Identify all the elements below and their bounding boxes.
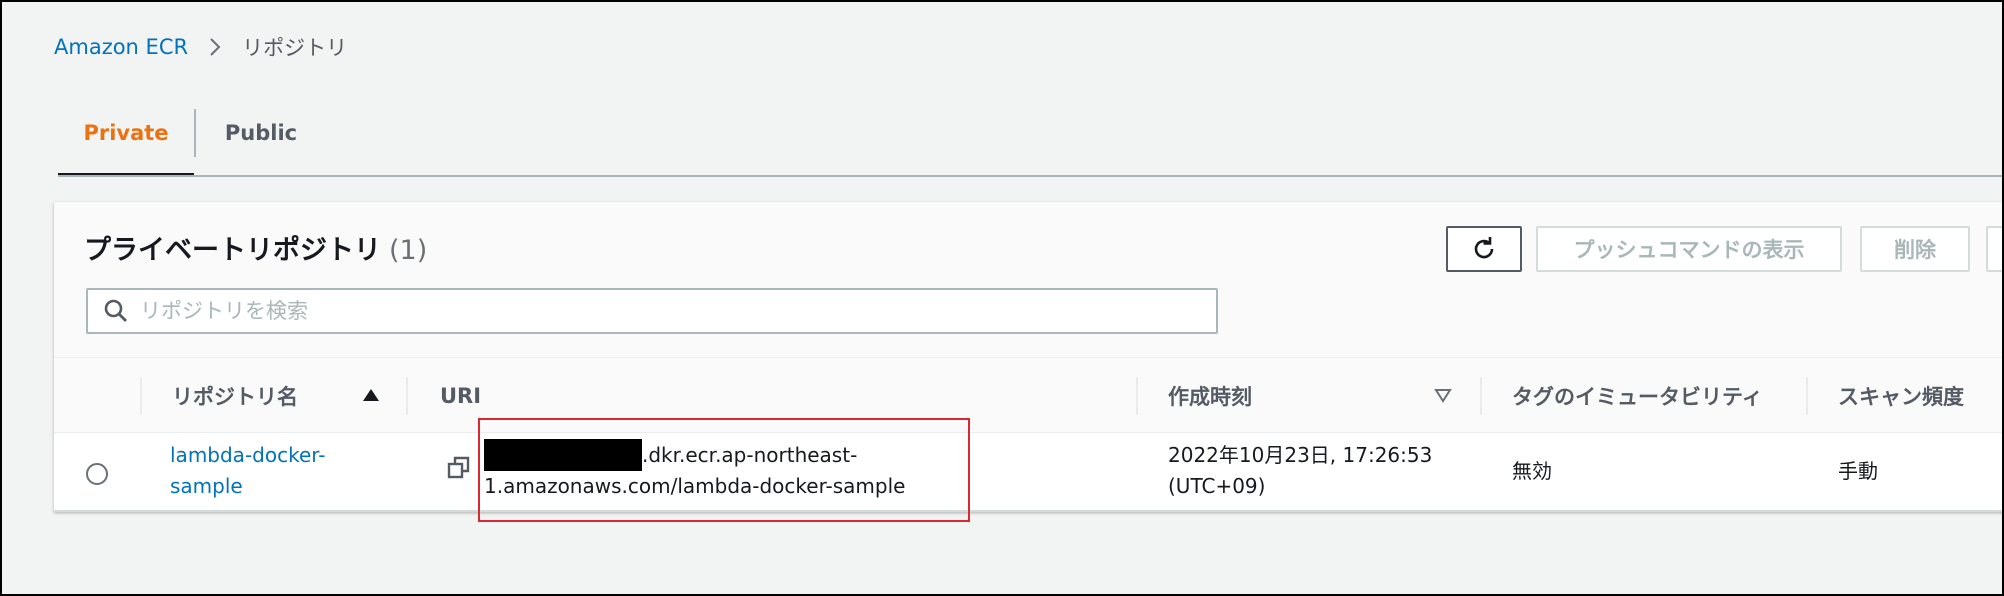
table-row: lambda-docker- sample .dkr.ecr.ap-northe… — [54, 418, 2002, 522]
panel-header: プライベートリポジトリ (1) プッシュコマンドの表示 削除 — [54, 202, 2002, 358]
column-separator — [1480, 377, 1482, 415]
scan-frequency-value: 手動 — [1838, 459, 1878, 483]
breadcrumb-current: リポジトリ — [242, 36, 348, 60]
ecr-console-frame: Amazon ECR リポジトリ Private Public プライベートリポ… — [0, 0, 2004, 596]
column-separator — [140, 377, 142, 415]
column-separator — [1806, 377, 1808, 415]
column-header-uri[interactable]: URI — [440, 359, 481, 433]
view-push-commands-button[interactable]: プッシュコマンドの表示 — [1536, 226, 1842, 272]
copy-icon[interactable] — [446, 454, 474, 482]
uri-highlight-box — [478, 418, 970, 522]
column-header-created-at[interactable]: 作成時刻 — [1168, 359, 1252, 433]
repository-count: (1) — [389, 235, 428, 266]
search-input[interactable] — [140, 291, 1200, 331]
column-separator — [406, 377, 408, 415]
search-box — [86, 288, 1218, 334]
created-at-line1: 2022年10月23日, 17:26:53 — [1168, 443, 1433, 467]
more-actions-button[interactable] — [1986, 226, 2002, 272]
repository-name-link[interactable]: lambda-docker- sample — [170, 440, 325, 502]
tag-immutability-value: 無効 — [1512, 459, 1552, 483]
tab-public[interactable]: Public — [196, 107, 326, 177]
repository-name-line1[interactable]: lambda-docker- — [170, 440, 325, 471]
panel-title: プライベートリポジトリ (1) — [84, 228, 427, 267]
created-at: 2022年10月23日, 17:26:53 (UTC+09) — [1168, 440, 1432, 502]
refresh-button[interactable] — [1446, 226, 1522, 272]
repository-name-line2[interactable]: sample — [170, 471, 325, 502]
table-header: リポジトリ名 URI 作成時刻 タグのイミュータビリティ スキャン頻度 — [54, 359, 2002, 433]
tab-private[interactable]: Private — [58, 107, 194, 177]
chevron-right-icon — [200, 32, 230, 62]
column-separator — [1136, 377, 1138, 415]
row-select-radio[interactable] — [86, 463, 108, 485]
delete-button[interactable]: 削除 — [1860, 226, 1970, 272]
search-icon — [104, 299, 127, 322]
column-header-scan-frequency[interactable]: スキャン頻度 — [1838, 359, 1964, 433]
refresh-icon — [1474, 237, 1494, 259]
created-at-line2: (UTC+09) — [1168, 474, 1266, 498]
private-repositories-panel: プライベートリポジトリ (1) プッシュコマンドの表示 削除 リポジトリを検索 … — [54, 202, 2002, 522]
tabs-underline — [58, 175, 2002, 177]
repository-tabs: Private Public — [58, 107, 326, 177]
sort-ascending-icon[interactable] — [362, 387, 380, 403]
column-header-tag-immutability[interactable]: タグのイミュータビリティ — [1512, 359, 1763, 433]
sort-descending-icon[interactable] — [1434, 387, 1452, 403]
breadcrumb: Amazon ECR リポジトリ — [54, 32, 347, 62]
breadcrumb-link-amazon-ecr[interactable]: Amazon ECR — [54, 35, 188, 59]
column-header-repository-name[interactable]: リポジトリ名 — [172, 359, 298, 433]
panel-title-text: プライベートリポジトリ — [84, 235, 381, 266]
